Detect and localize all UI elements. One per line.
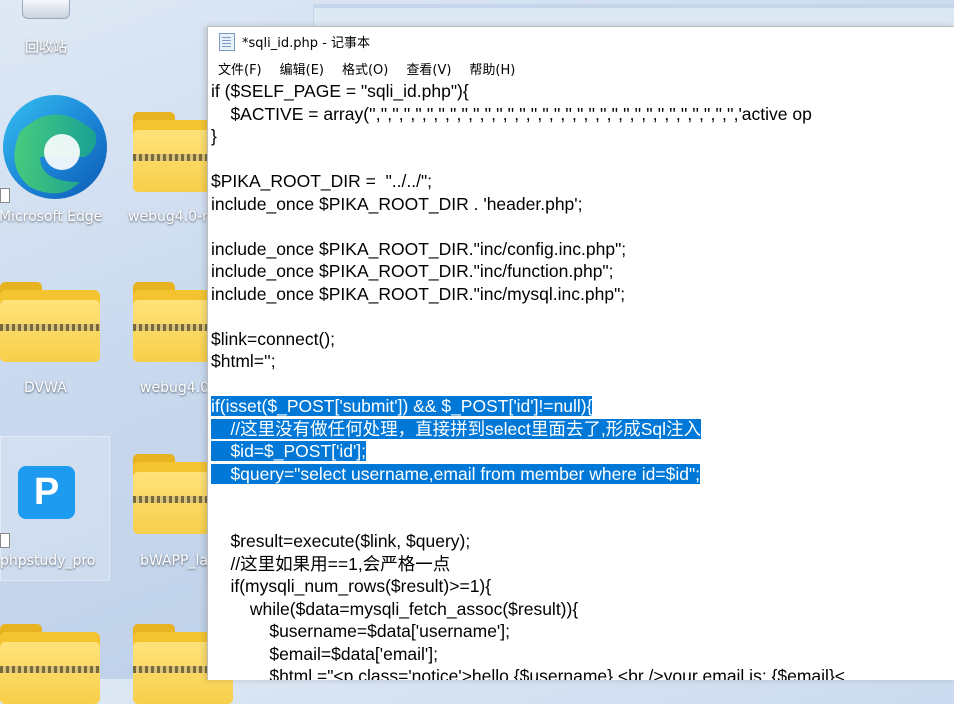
code-line[interactable]: include_once $PIKA_ROOT_DIR . 'header.ph… bbox=[211, 193, 954, 216]
code-line[interactable]: $result=execute($link, $query); bbox=[211, 530, 954, 553]
code-line[interactable] bbox=[211, 148, 954, 171]
menu-bar: 文件(F) 编辑(E) 格式(O) 查看(V) 帮助(H) bbox=[208, 56, 954, 80]
code-line[interactable] bbox=[211, 485, 954, 508]
code-line-text: $link=connect(); bbox=[211, 328, 336, 349]
shortcut-arrow-icon bbox=[0, 188, 10, 203]
code-line-text: if(isset($_POST['submit']) && $_POST['id… bbox=[211, 396, 593, 416]
menu-file[interactable]: 文件(F) bbox=[217, 59, 263, 78]
recycle-bin-icon[interactable] bbox=[22, 0, 70, 20]
code-line-text: $result=execute($link, $query); bbox=[211, 531, 471, 551]
zip-stripe bbox=[0, 324, 100, 331]
code-line-text: include_once $PIKA_ROOT_DIR."inc/mysql.i… bbox=[211, 283, 626, 304]
recycle-bin-graphic bbox=[22, 0, 70, 19]
dvwa-label: DVWA bbox=[24, 380, 67, 396]
edge-label: Microsoft Edge bbox=[0, 209, 103, 225]
code-line[interactable]: if(isset($_POST['submit']) && $_POST['id… bbox=[211, 395, 954, 418]
code-line[interactable]: $ACTIVE = array('','','','','','','','',… bbox=[211, 103, 954, 126]
code-line[interactable]: $link=connect(); bbox=[211, 328, 954, 351]
code-line-text: $html.="<p class='notice'>hello,{$userna… bbox=[211, 666, 846, 680]
code-line-text: include_once $PIKA_ROOT_DIR."inc/functio… bbox=[211, 261, 614, 281]
edge-logo-icon bbox=[3, 95, 107, 199]
shortcut-arrow-icon bbox=[0, 533, 10, 548]
code-line-text: } bbox=[211, 126, 217, 146]
dvwa-folder-icon[interactable] bbox=[0, 282, 100, 362]
folder-icon[interactable] bbox=[0, 624, 100, 704]
code-line-text: if(mysqli_num_rows($result)>=1){ bbox=[211, 576, 492, 596]
code-line-text: $query="select username,email from membe… bbox=[211, 463, 701, 484]
code-line[interactable]: include_once $PIKA_ROOT_DIR."inc/config.… bbox=[211, 238, 954, 261]
code-line[interactable]: $PIKA_ROOT_DIR = "../../"; bbox=[211, 170, 954, 193]
code-line[interactable]: } bbox=[211, 125, 954, 148]
code-line[interactable]: if(mysqli_num_rows($result)>=1){ bbox=[211, 575, 954, 598]
code-line-text: $html=''; bbox=[211, 351, 276, 371]
code-line[interactable]: while($data=mysqli_fetch_assoc($result))… bbox=[211, 598, 954, 621]
code-line[interactable]: $id=$_POST['id']; bbox=[211, 440, 954, 463]
code-line[interactable] bbox=[211, 305, 954, 328]
menu-format[interactable]: 格式(O) bbox=[341, 59, 389, 78]
code-line[interactable]: include_once $PIKA_ROOT_DIR."inc/functio… bbox=[211, 260, 954, 283]
code-line[interactable]: $html.="<p class='notice'>hello,{$userna… bbox=[211, 665, 954, 680]
menu-view[interactable]: 查看(V) bbox=[405, 59, 452, 78]
code-line-text: $username=$data['username']; bbox=[211, 621, 510, 641]
code-line-text: $PIKA_ROOT_DIR = "../../"; bbox=[211, 171, 433, 191]
code-line[interactable] bbox=[211, 215, 954, 238]
webug-n-label: webug4.0-n bbox=[128, 209, 211, 225]
code-line-text: $id=$_POST['id']; bbox=[211, 441, 367, 461]
notepad-icon bbox=[219, 32, 235, 51]
window-title: *sqli_id.php - 记事本 bbox=[242, 36, 370, 51]
code-line-text: if ($SELF_PAGE = "sqli_id.php"){ bbox=[211, 81, 469, 101]
zip-stripe bbox=[0, 666, 100, 673]
folder-front bbox=[0, 642, 100, 704]
code-line[interactable]: $email=$data['email']; bbox=[211, 643, 954, 666]
text-editor[interactable]: if ($SELF_PAGE = "sqli_id.php"){ $ACTIVE… bbox=[211, 80, 954, 680]
bwapp-label: bWAPP_la bbox=[140, 553, 208, 569]
code-line-text: $email=$data['email']; bbox=[211, 643, 438, 664]
code-line[interactable]: //这里没有做任何处理，直接拼到select里面去了,形成Sql注入 bbox=[211, 418, 954, 441]
code-line[interactable] bbox=[211, 373, 954, 396]
phpstudy-label: phpstudy_pro bbox=[0, 553, 96, 569]
code-line[interactable]: include_once $PIKA_ROOT_DIR."inc/mysql.i… bbox=[211, 283, 954, 306]
menu-help[interactable]: 帮助(H) bbox=[468, 59, 516, 78]
code-line[interactable]: $html=''; bbox=[211, 350, 954, 373]
webug-label: webug4.0 bbox=[140, 380, 209, 396]
code-line[interactable]: if ($SELF_PAGE = "sqli_id.php"){ bbox=[211, 80, 954, 103]
phpstudy-icon[interactable]: P bbox=[18, 466, 75, 519]
code-line-text: //这里没有做任何处理，直接拼到select里面去了,形成Sql注入 bbox=[211, 418, 702, 439]
notepad-title-bar[interactable]: *sqli_id.php - 记事本 bbox=[208, 27, 954, 56]
code-line[interactable]: $query="select username,email from membe… bbox=[211, 463, 954, 486]
code-line[interactable]: $username=$data['username']; bbox=[211, 620, 954, 643]
code-line-text: $ACTIVE = array('','','','','','','','',… bbox=[211, 103, 812, 124]
code-line-text: while($data=mysqli_fetch_assoc($result))… bbox=[211, 598, 579, 619]
code-line-text: include_once $PIKA_ROOT_DIR . 'header.ph… bbox=[211, 193, 583, 214]
menu-edit[interactable]: 编辑(E) bbox=[279, 59, 325, 78]
code-line-text: include_once $PIKA_ROOT_DIR."inc/config.… bbox=[211, 238, 627, 259]
folder-front bbox=[0, 300, 100, 362]
phpstudy-glyph: P bbox=[33, 471, 60, 513]
notepad-window[interactable]: *sqli_id.php - 记事本 文件(F) 编辑(E) 格式(O) 查看(… bbox=[207, 26, 954, 680]
edge-icon[interactable] bbox=[0, 92, 108, 202]
code-line-text: //这里如果用==1,会严格一点 bbox=[211, 553, 451, 574]
code-line[interactable] bbox=[211, 508, 954, 531]
recycle-bin-label: 回收站 bbox=[25, 40, 67, 56]
code-line[interactable]: //这里如果用==1,会严格一点 bbox=[211, 553, 954, 576]
